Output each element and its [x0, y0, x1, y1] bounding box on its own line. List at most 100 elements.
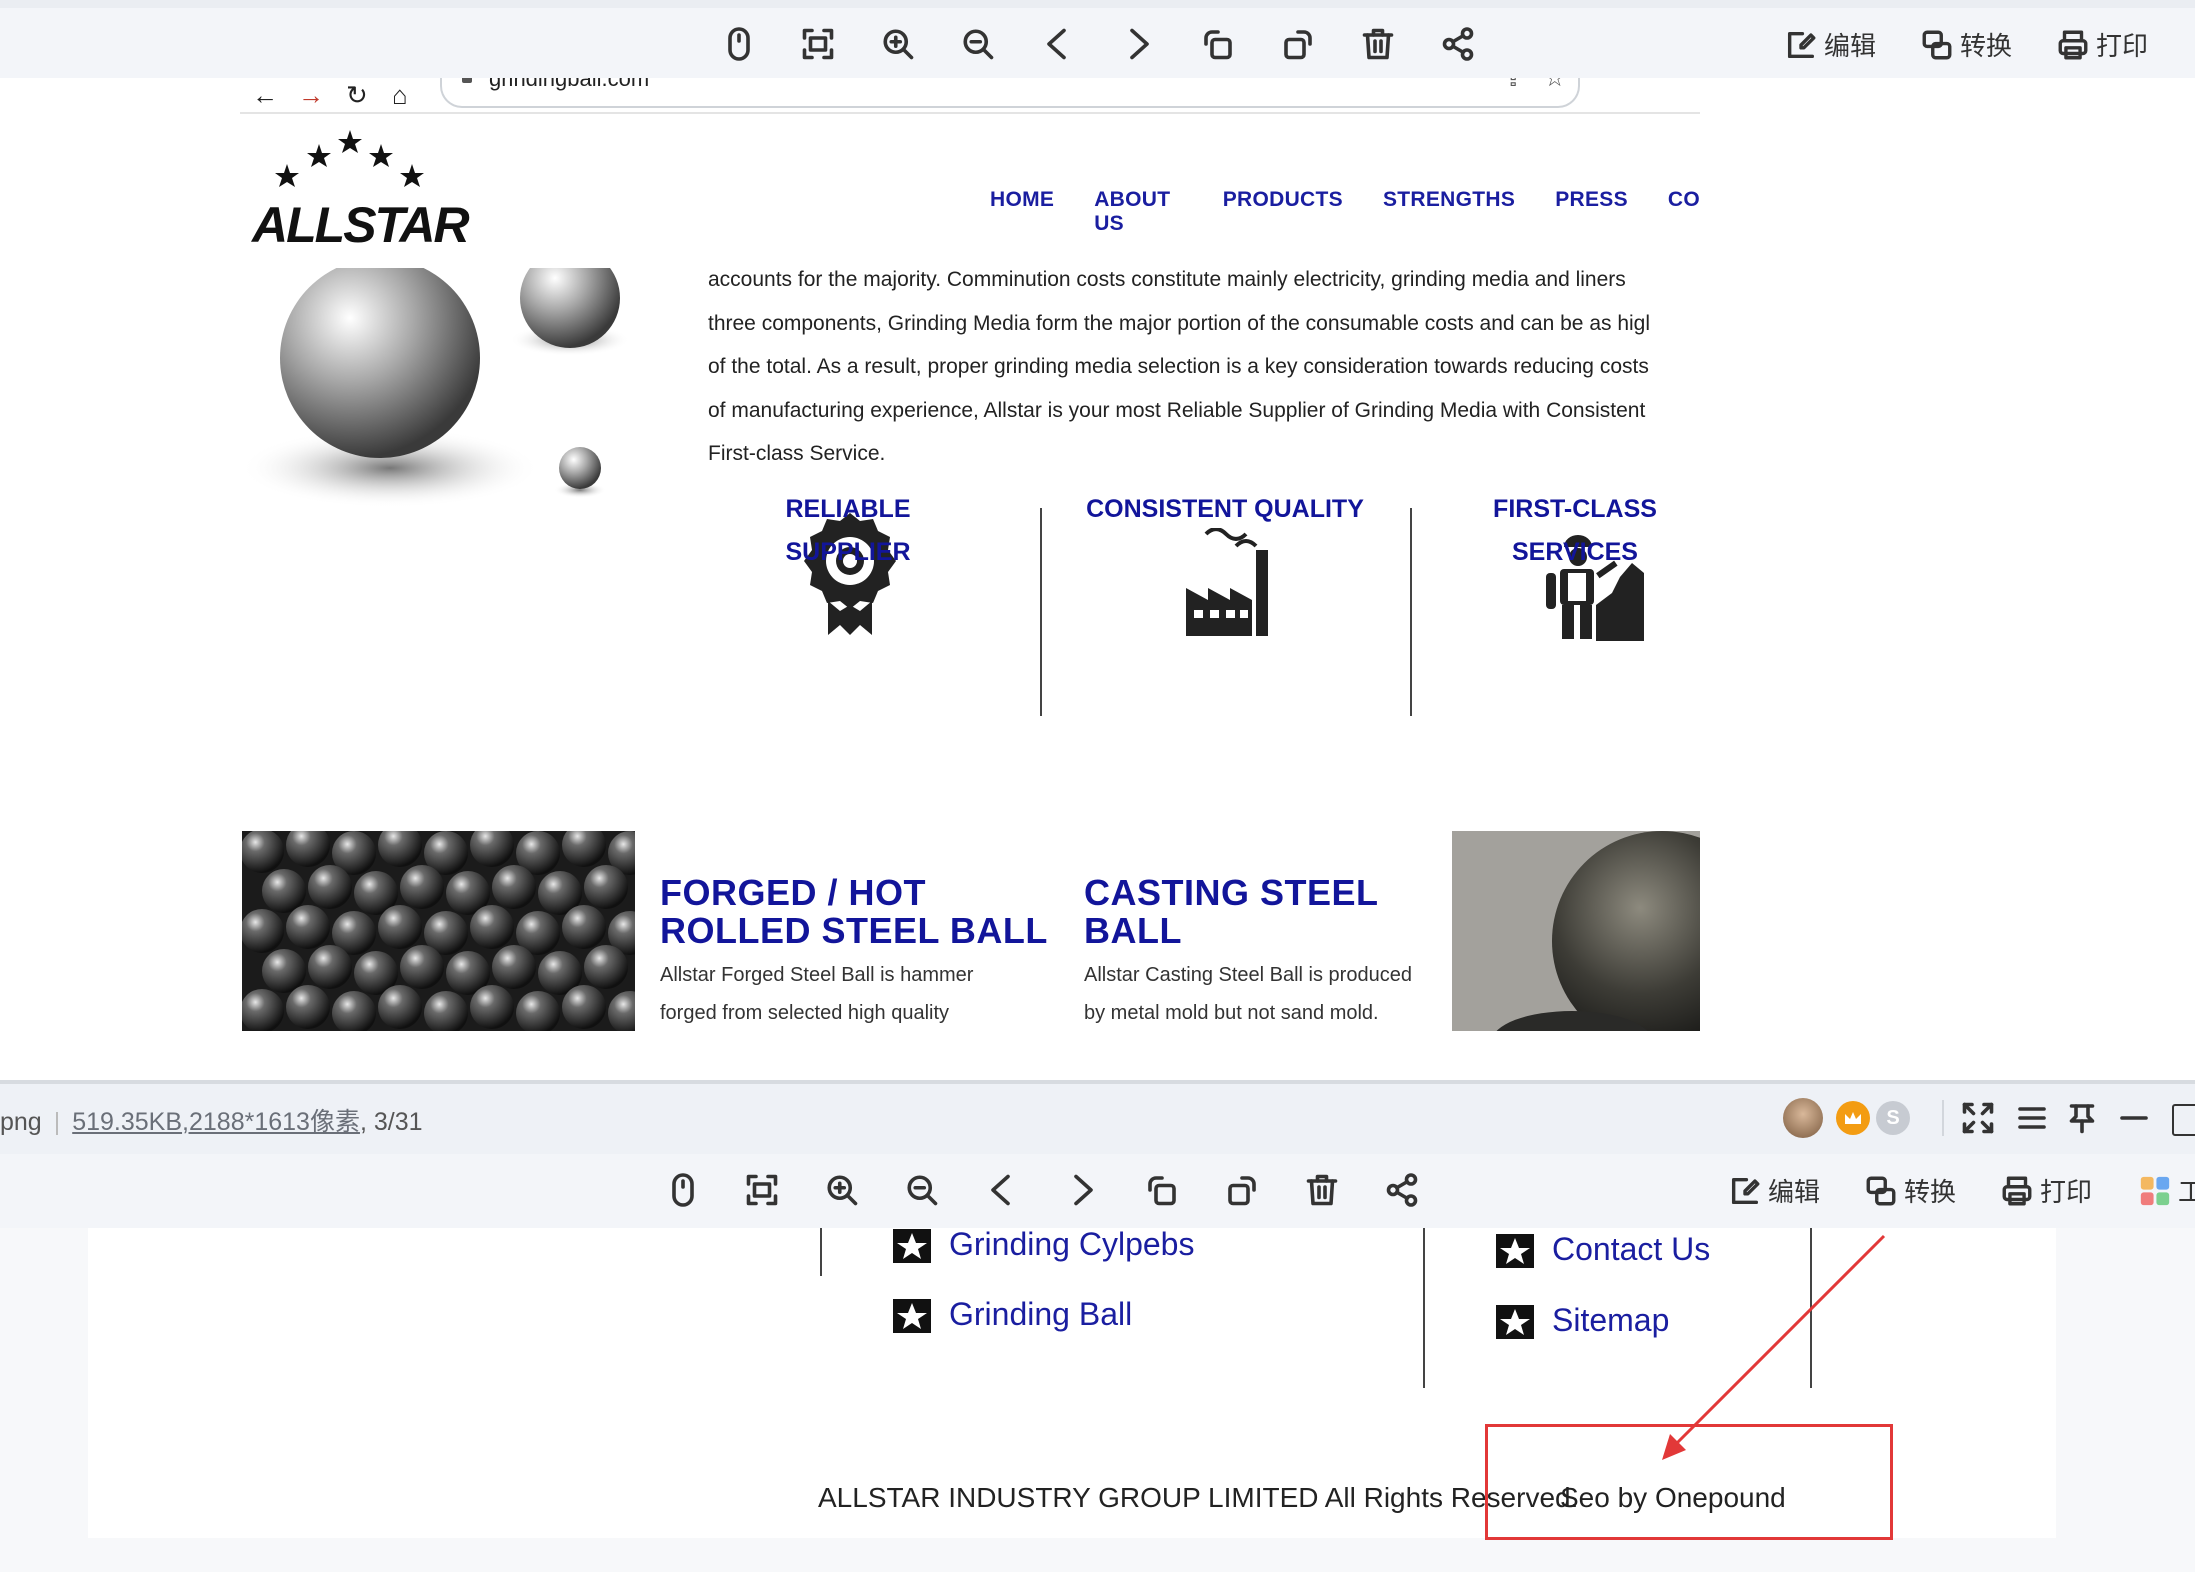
fit-screen-icon[interactable]	[796, 22, 840, 66]
maximize-icon[interactable]	[2172, 1104, 2195, 1136]
product-title-forged[interactable]: FORGED / HOT ROLLED STEEL BALL	[660, 874, 1048, 950]
intro-line: of manufacturing experience, Allstar is …	[708, 398, 1646, 422]
bookmark-star-icon[interactable]: ☆	[1544, 78, 1566, 93]
feature-label: RELIABLE SUPPLIER	[785, 495, 911, 566]
browser-back-icon[interactable]: ←	[252, 80, 278, 111]
print-button[interactable]: 打印	[2056, 26, 2148, 63]
edit-icon	[1787, 31, 1816, 58]
share-icon[interactable]	[1380, 1168, 1424, 1212]
viewer-top-toolbar: 编辑 转换 打印	[0, 0, 2195, 78]
logo-text: ALLSTAR	[252, 197, 470, 253]
nav-products[interactable]: PRODUCTS	[1223, 188, 1343, 236]
delete-icon[interactable]	[1300, 1168, 1344, 1212]
print-button[interactable]: 打印	[2000, 1172, 2092, 1209]
mouse-icon[interactable]	[717, 22, 761, 66]
product-title-casting[interactable]: CASTING STEEL BALL	[1084, 874, 1379, 950]
rotate-right-icon[interactable]	[1220, 1168, 1264, 1212]
tools-grid-icon	[2140, 1176, 2170, 1205]
feature-first-class-services: FIRST-CLASS SERVICES	[1490, 488, 1660, 574]
browser-forward-icon[interactable]: →	[298, 80, 324, 111]
feature-divider	[1410, 508, 1412, 716]
viewer-bottom-toolbar: 编辑 转换 打印 工	[0, 1154, 2195, 1228]
convert-button[interactable]: 转换	[1864, 1172, 1956, 1209]
nav-press[interactable]: PRESS	[1555, 188, 1628, 236]
rotate-left-icon[interactable]	[1140, 1168, 1184, 1212]
rotate-left-icon[interactable]	[1196, 22, 1240, 66]
fit-screen-icon[interactable]	[740, 1168, 784, 1212]
convert-label: 转换	[1904, 1177, 1957, 1207]
next-icon[interactable]	[1060, 1168, 1104, 1212]
feature-label-line2: SERVICES	[1512, 538, 1638, 566]
tools-button[interactable]: 工	[2138, 1172, 2195, 1209]
share-page-icon[interactable]: ⇪	[1504, 78, 1522, 92]
zoom-in-icon[interactable]	[820, 1168, 864, 1212]
address-bar[interactable]: grindingball.com ⇪ ☆	[440, 78, 1580, 108]
forged-balls-photo[interactable]	[242, 831, 635, 1031]
website-screenshot-upper: ← → ↻ ⌂ grindingball.com ⇪ ☆ ⋮ ALLSTAR H…	[240, 78, 1700, 1031]
product-desc-forged: Allstar Forged Steel Ball is hammer forg…	[660, 956, 973, 1031]
browser-home-icon[interactable]: ⌂	[392, 80, 408, 111]
allstar-logo[interactable]: ALLSTAR	[252, 130, 470, 253]
product-desc-casting: Allstar Casting Steel Ball is produced b…	[1084, 956, 1412, 1031]
star-bullet-icon	[1496, 1305, 1534, 1339]
product-title-line: FORGED / HOT	[660, 872, 926, 913]
browser-divider	[240, 112, 1700, 114]
nav-strengths[interactable]: STRENGTHS	[1383, 188, 1515, 236]
share-icon[interactable]	[1436, 22, 1480, 66]
footer-link-grinding-ball[interactable]: Grinding Ball	[949, 1296, 1132, 1333]
print-label: 打印	[2096, 31, 2149, 61]
intro-paragraph: accounts for the majority. Comminution c…	[708, 258, 1700, 476]
rotate-right-icon[interactable]	[1276, 22, 1320, 66]
status-separator: |	[53, 1108, 61, 1136]
nav-home[interactable]: HOME	[990, 188, 1054, 236]
product-desc-line: by metal mold but not sand mold.	[1084, 1002, 1379, 1024]
product-desc-line: forged from selected high quality	[660, 1002, 950, 1024]
previous-icon[interactable]	[980, 1168, 1024, 1212]
file-extension: png	[0, 1108, 42, 1136]
stars-icon	[275, 130, 424, 187]
previous-icon[interactable]	[1036, 22, 1080, 66]
s-badge-icon[interactable]: S	[1876, 1101, 1910, 1135]
edit-button[interactable]: 编辑	[1784, 26, 1876, 63]
file-dimensions[interactable]: ,2188*1613像素	[182, 1108, 360, 1136]
browser-menu-icon[interactable]: ⋮	[1692, 80, 1700, 106]
product-desc-line: Allstar Casting Steel Ball is produced	[1084, 964, 1412, 986]
status-divider	[1942, 1100, 1944, 1136]
fullscreen-icon[interactable]	[1956, 1096, 2000, 1140]
feature-divider	[1040, 508, 1042, 716]
convert-button[interactable]: 转换	[1920, 26, 2012, 63]
viewer-status-bar: png | 519.35KB,2188*1613像素, 3/31 S	[0, 1084, 2195, 1154]
product-desc-line: Allstar Forged Steel Ball is hammer	[660, 964, 974, 986]
pin-icon[interactable]	[2060, 1096, 2104, 1140]
next-icon[interactable]	[1116, 22, 1160, 66]
convert-label: 转换	[1960, 31, 2013, 61]
feature-label-line1: FIRST-CLASS	[1493, 495, 1657, 523]
star-bullet-icon	[893, 1229, 931, 1263]
nav-contact-partial[interactable]: CO	[1668, 188, 1700, 236]
zoom-out-icon[interactable]	[900, 1168, 944, 1212]
crown-badge-icon[interactable]	[1836, 1101, 1870, 1135]
delete-icon[interactable]	[1356, 22, 1400, 66]
avatar[interactable]	[1783, 1098, 1823, 1138]
edit-label: 编辑	[1824, 31, 1877, 61]
casting-ball-image	[1452, 831, 1700, 1031]
menu-icon[interactable]	[2010, 1096, 2054, 1140]
zoom-in-icon[interactable]	[876, 22, 920, 66]
zoom-out-icon[interactable]	[956, 22, 1000, 66]
copyright-text: ALLSTAR INDUSTRY GROUP LIMITED All Right…	[818, 1482, 1579, 1513]
edit-icon	[1731, 1177, 1760, 1204]
casting-ball-photo[interactable]	[1452, 831, 1700, 1031]
file-size[interactable]: 519.35KB	[72, 1108, 182, 1136]
intro-line: of the total. As a result, proper grindi…	[708, 355, 1649, 379]
footer-link-grinding-cylpebs[interactable]: Grinding Cylpebs	[949, 1226, 1194, 1263]
product-title-line: ROLLED STEEL BALL	[660, 910, 1048, 951]
toolbar-top-edge	[0, 0, 2195, 8]
minimize-icon[interactable]	[2112, 1096, 2156, 1140]
footer-divider	[1423, 1228, 1425, 1388]
edit-button[interactable]: 编辑	[1728, 1172, 1820, 1209]
annotation-arrow-icon	[1662, 1234, 1886, 1460]
mouse-icon[interactable]	[661, 1168, 705, 1212]
browser-reload-icon[interactable]: ↻	[346, 80, 368, 111]
nav-about-us[interactable]: ABOUT US	[1094, 188, 1183, 236]
footer-divider	[820, 1228, 822, 1276]
